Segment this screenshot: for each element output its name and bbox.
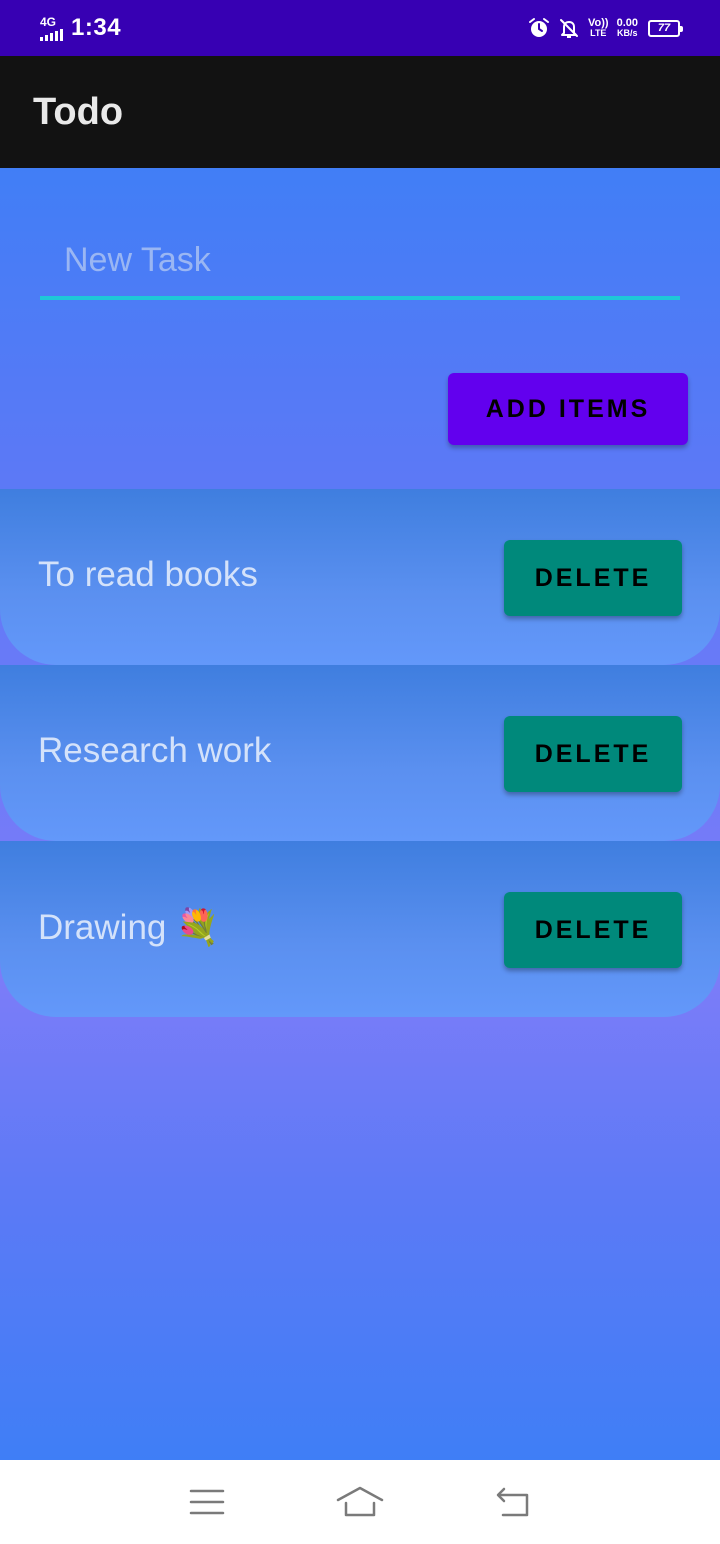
battery-icon: 77	[648, 19, 683, 37]
network-speed: 0.00 KB/s	[616, 17, 638, 38]
system-nav-bar	[0, 1460, 720, 1544]
notifications-off-icon	[560, 19, 578, 38]
back-icon	[497, 1487, 529, 1517]
app-bar: Todo	[0, 56, 720, 168]
task-text: To read books	[38, 555, 258, 594]
back-button[interactable]	[483, 1477, 543, 1527]
app-title: Todo	[33, 90, 124, 133]
task-item: To read books DELETE	[0, 489, 720, 665]
task-list: To read books DELETE Research work DELET…	[0, 489, 720, 1017]
add-items-button[interactable]: ADD ITEMS	[448, 373, 688, 445]
delete-button[interactable]: DELETE	[504, 540, 682, 616]
new-task-input[interactable]	[40, 224, 680, 296]
home-button[interactable]	[330, 1477, 390, 1527]
task-item: Drawing 💐 DELETE	[0, 841, 720, 1017]
main-content: ADD ITEMS To read books DELETE Research …	[0, 168, 720, 1460]
delete-button[interactable]: DELETE	[504, 892, 682, 968]
signal-icon: 4G	[40, 16, 63, 41]
status-time: 1:34	[71, 14, 122, 41]
status-left: 4G 1:34	[40, 14, 121, 42]
menu-icon	[189, 1489, 224, 1515]
alarm-icon	[529, 18, 549, 37]
task-text: Research work	[38, 731, 272, 770]
new-task-field	[40, 224, 680, 300]
network-type: 4G	[40, 14, 57, 29]
status-bar: 4G 1:34 Vo)) LTE 0.00 KB/s 77	[0, 0, 720, 56]
battery-level: 77	[657, 22, 671, 34]
volte-indicator: Vo)) LTE	[588, 17, 609, 38]
delete-button[interactable]: DELETE	[504, 716, 682, 792]
menu-button[interactable]	[177, 1477, 237, 1527]
task-item: Research work DELETE	[0, 665, 720, 841]
status-right: Vo)) LTE 0.00 KB/s 77	[528, 17, 683, 39]
home-icon	[336, 1486, 384, 1517]
task-text: Drawing 💐	[38, 907, 220, 947]
